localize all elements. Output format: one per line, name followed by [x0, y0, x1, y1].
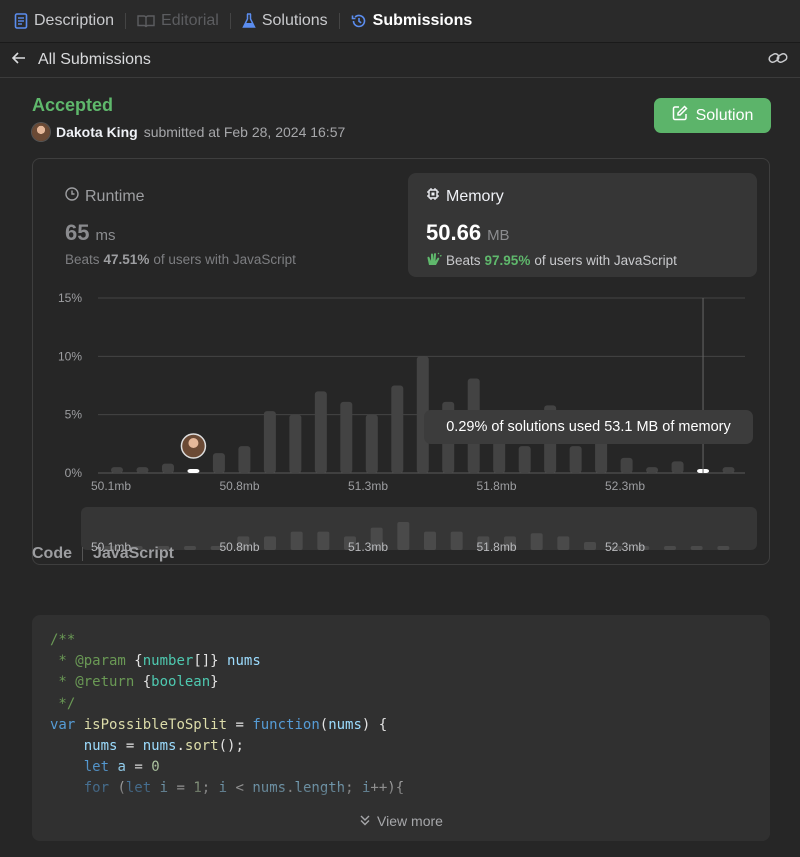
tab-solutions[interactable]: Solutions [242, 12, 328, 30]
book-icon [137, 14, 155, 28]
memory-beats-prefix: Beats [446, 253, 481, 268]
edit-icon [672, 105, 688, 126]
performance-card: Runtime 65 ms Beats 47.51% of users with … [32, 158, 770, 565]
submitter-info: Dakota King submitted at Feb 28, 2024 16… [32, 123, 345, 141]
tab-submissions-label: Submissions [372, 12, 473, 29]
solution-button-label: Solution [695, 106, 754, 124]
code-language: JavaScript [93, 545, 174, 562]
memory-beats-value: 97.95% [484, 253, 531, 268]
memory-metric[interactable]: Memory 50.66 MB Beats 97.95% of users wit… [408, 173, 757, 277]
chart-tooltip: 0.29% of solutions used 53.1 MB of memor… [424, 410, 753, 444]
clapping-hands-icon [426, 252, 442, 269]
runtime-beats-value: 47.51% [103, 252, 150, 267]
history-icon [351, 13, 367, 29]
memory-beats-suffix: of users with JavaScript [534, 253, 677, 268]
solution-button[interactable]: Solution [654, 98, 771, 133]
memory-value: 50.66 [426, 220, 482, 245]
code-fade-overlay [32, 761, 770, 841]
memory-title: Memory [446, 187, 504, 205]
code-block[interactable]: /** * @param {number[]} nums * @return {… [32, 615, 770, 841]
arrow-left-icon [11, 51, 26, 69]
runtime-title: Runtime [85, 187, 145, 205]
tab-editorial-label: Editorial [161, 12, 219, 29]
submission-status: Accepted [32, 95, 114, 115]
code-header-divider [82, 547, 83, 561]
code-header: Code JavaScript [32, 545, 174, 563]
document-icon [14, 13, 28, 29]
view-more-label: View more [377, 813, 443, 829]
clock-icon [65, 187, 79, 206]
runtime-unit: ms [95, 227, 116, 244]
tab-divider [229, 13, 231, 29]
back-label: All Submissions [38, 51, 151, 68]
tab-divider [338, 13, 340, 29]
chip-icon [426, 187, 440, 206]
submitter-name[interactable]: Dakota King [56, 124, 138, 140]
memory-unit: MB [487, 227, 510, 244]
tab-submissions[interactable]: Submissions [351, 12, 473, 30]
tab-divider [125, 13, 127, 29]
tab-bar: Description Editorial Solutions Submissi… [0, 0, 800, 42]
code-label: Code [32, 545, 72, 562]
tab-editorial[interactable]: Editorial [137, 12, 219, 30]
back-to-all-submissions[interactable]: All Submissions [11, 51, 151, 69]
submission-subheader: All Submissions [0, 43, 800, 78]
runtime-metric[interactable]: Runtime 65 ms Beats 47.51% of users with … [51, 173, 401, 277]
submitted-time: submitted at Feb 28, 2024 16:57 [143, 124, 346, 140]
runtime-beats-prefix: Beats [65, 252, 100, 267]
tab-description[interactable]: Description [14, 12, 114, 30]
tab-description-label: Description [34, 12, 115, 29]
link-icon[interactable] [768, 51, 788, 70]
view-more-button[interactable]: View more [32, 813, 770, 829]
flask-icon [242, 13, 256, 29]
runtime-beats-suffix: of users with JavaScript [153, 252, 296, 267]
tab-solutions-label: Solutions [261, 12, 328, 29]
double-chevron-down-icon [359, 813, 371, 829]
runtime-value: 65 [65, 220, 90, 245]
avatar[interactable] [32, 123, 50, 141]
